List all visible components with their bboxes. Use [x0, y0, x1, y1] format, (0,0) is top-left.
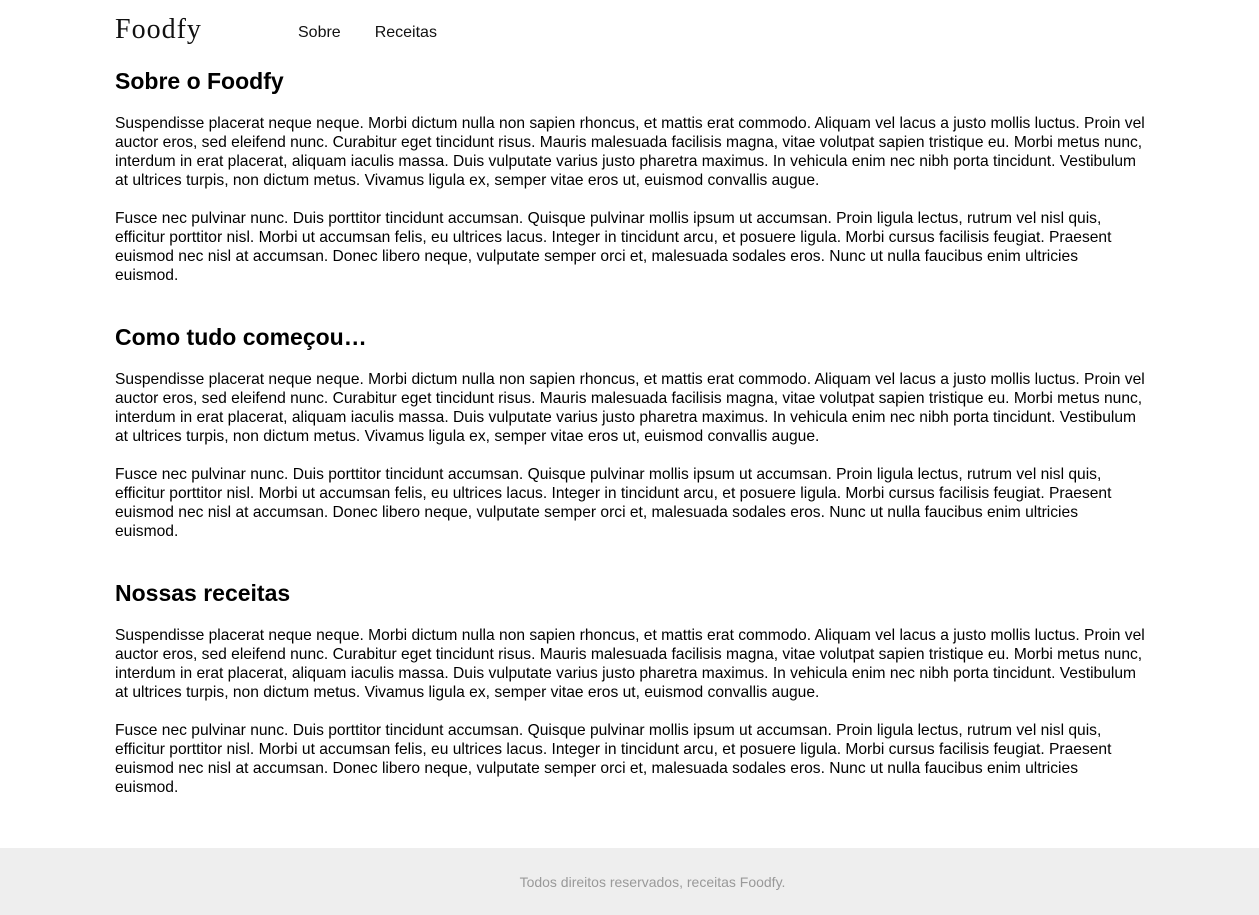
section-paragraph: Suspendisse placerat neque neque. Morbi …	[115, 371, 1145, 445]
section-sobre: Sobre o Foodfy Suspendisse placerat nequ…	[115, 64, 1145, 320]
section-paragraph: Fusce nec pulvinar nunc. Duis porttitor …	[115, 722, 1112, 796]
section-title: Nossas receitas	[115, 580, 291, 606]
site-header: Foodfy Sobre Receitas	[115, 10, 437, 50]
section-nossas-receitas: Nossas receitas Suspendisse placerat neq…	[115, 576, 1145, 832]
main-nav: Sobre Receitas	[298, 24, 437, 42]
nav-link-receitas[interactable]: Receitas	[375, 24, 437, 42]
foodfy-logo[interactable]: Foodfy	[115, 12, 298, 48]
section-paragraph: Suspendisse placerat neque neque. Morbi …	[115, 115, 1145, 189]
nav-link-sobre[interactable]: Sobre	[298, 24, 341, 42]
section-title: Como tudo começou…	[115, 324, 367, 350]
footer-copyright: Todos direitos reservados, receitas Food…	[519, 873, 786, 890]
page: Foodfy Sobre Receitas Sobre o Foodfy Sus…	[0, 0, 1259, 915]
section-como-comecou: Como tudo começou… Suspendisse placerat …	[115, 320, 1145, 576]
site-footer: Todos direitos reservados, receitas Food…	[0, 848, 1259, 915]
section-title: Sobre o Foodfy	[115, 68, 284, 94]
section-paragraph: Fusce nec pulvinar nunc. Duis porttitor …	[115, 210, 1112, 284]
section-paragraph: Fusce nec pulvinar nunc. Duis porttitor …	[115, 466, 1112, 540]
main-content: Sobre o Foodfy Suspendisse placerat nequ…	[115, 64, 1145, 832]
section-paragraph: Suspendisse placerat neque neque. Morbi …	[115, 627, 1145, 701]
